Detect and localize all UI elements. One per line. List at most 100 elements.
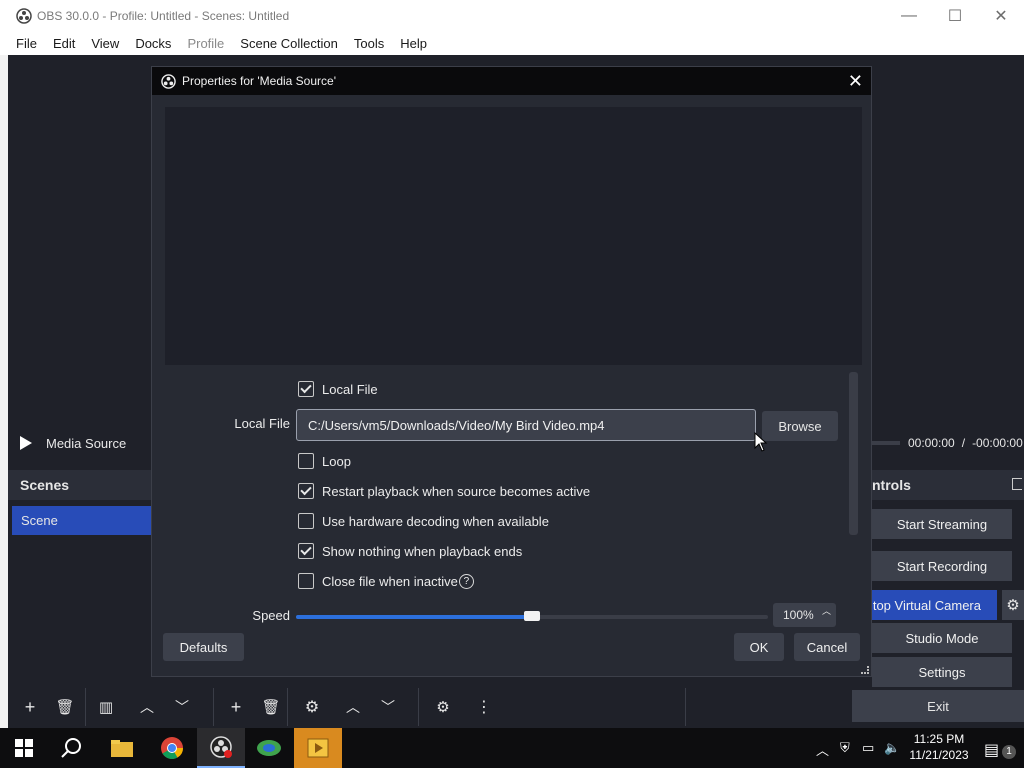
speed-slider-handle[interactable] — [524, 611, 540, 621]
notification-count-badge: 1 — [1002, 745, 1016, 759]
resize-grip-icon[interactable] — [861, 666, 869, 674]
more-options-kebab-icon[interactable]: ⋮ — [469, 692, 499, 722]
controls-dock-header: ntrols — [862, 470, 1024, 500]
minimize-button[interactable]: — — [886, 0, 932, 31]
speed-slider-fill — [296, 615, 532, 619]
add-scene-plus-icon[interactable]: + — [15, 692, 45, 722]
media-time-display: 00:00:00 / -00:00:00 — [870, 430, 1024, 456]
source-down-chevron-icon[interactable]: ﹀ — [373, 692, 403, 722]
close-file-label: Close file when inactive — [322, 573, 458, 589]
tray-date: 11/21/2023 — [909, 748, 969, 762]
hardware-decoding-label: Use hardware decoding when available — [322, 513, 549, 529]
media-player-icon[interactable] — [294, 728, 342, 768]
show-nothing-checkbox[interactable] — [298, 543, 314, 559]
menu-profile[interactable]: Profile — [179, 36, 232, 51]
cancel-button[interactable]: Cancel — [794, 633, 860, 661]
hardware-decoding-checkbox[interactable] — [298, 513, 314, 529]
menu-file[interactable]: File — [0, 36, 45, 51]
start-streaming-button[interactable]: Start Streaming — [872, 509, 1012, 539]
toolbar-divider — [418, 688, 419, 726]
ok-button[interactable]: OK — [734, 633, 784, 661]
tray-time: 11:25 PM — [913, 732, 965, 746]
audio-mixer-gears-icon[interactable]: ⚙ — [428, 692, 458, 722]
remove-scene-trash-icon[interactable]: 🗑 — [50, 692, 80, 722]
scene-list-item[interactable]: Scene — [12, 506, 152, 535]
properties-scrollbar[interactable] — [849, 372, 858, 535]
spin-up-chevron-icon[interactable]: ︿ — [822, 604, 831, 617]
start-recording-button[interactable]: Start Recording — [872, 551, 1012, 581]
local-file-checkbox-label: Local File — [322, 381, 378, 397]
play-icon[interactable] — [20, 436, 32, 450]
virtual-camera-button[interactable]: top Virtual Camera — [852, 590, 997, 620]
show-nothing-option-row[interactable]: Show nothing when playback ends — [298, 543, 522, 559]
local-file-path-input[interactable] — [296, 409, 756, 441]
scene-filters-icon[interactable]: ▥ — [91, 692, 121, 722]
dialog-title-bar: Properties for 'Media Source' ✕ — [152, 67, 871, 95]
media-seek-bar[interactable] — [870, 441, 900, 445]
tray-security-icon[interactable]: ⛨ — [840, 740, 850, 756]
restart-playback-label: Restart playback when source becomes act… — [322, 483, 591, 499]
restart-playback-option-row[interactable]: Restart playback when source becomes act… — [298, 483, 590, 499]
dock-float-icon[interactable] — [1012, 478, 1022, 490]
menu-docks[interactable]: Docks — [127, 36, 179, 51]
exit-button[interactable]: Exit — [852, 690, 1024, 722]
tray-chevron-up-icon[interactable]: ︿ — [816, 740, 829, 759]
tray-clock[interactable]: 11:25 PM 11/21/2023 — [904, 731, 974, 763]
obs-logo-icon — [16, 7, 32, 24]
source-up-chevron-icon[interactable]: ︿ — [338, 692, 368, 722]
source-properties-gear-icon[interactable]: ⚙ — [297, 692, 327, 722]
windows-start-icon[interactable] — [0, 728, 48, 768]
menu-view[interactable]: View — [83, 36, 127, 51]
search-icon[interactable] — [48, 728, 96, 768]
maximize-button[interactable]: ☐ — [932, 0, 978, 31]
help-icon[interactable]: ? — [458, 573, 474, 589]
local-file-checkbox[interactable] — [298, 381, 314, 397]
obs-taskbar-icon[interactable] — [197, 728, 245, 768]
settings-button[interactable]: Settings — [872, 657, 1012, 687]
time-remaining: -00:00:00 — [972, 436, 1023, 450]
menu-scene-collection[interactable]: Scene Collection — [232, 36, 346, 51]
move-up-chevron-icon[interactable]: ︿ — [132, 692, 162, 722]
studio-mode-button[interactable]: Studio Mode — [872, 623, 1012, 653]
close-window-button[interactable]: ✕ — [978, 0, 1024, 31]
file-explorer-icon[interactable] — [98, 728, 146, 768]
browse-button[interactable]: Browse — [762, 411, 838, 441]
local-file-checkbox-row[interactable]: Local File — [298, 381, 378, 397]
add-source-plus-icon[interactable]: + — [221, 692, 251, 722]
menu-bar: File Edit View Docks Profile Scene Colle… — [0, 31, 1024, 55]
notification-icon[interactable]: ▤ — [984, 740, 999, 760]
gear-icon[interactable]: ⚙ — [1002, 590, 1024, 620]
network-app-icon[interactable] — [245, 728, 293, 768]
loop-option-row[interactable]: Loop — [298, 453, 351, 469]
loop-label: Loop — [322, 453, 351, 469]
close-file-option-row[interactable]: Close file when inactive ? — [298, 573, 474, 589]
chrome-icon[interactable] — [148, 728, 196, 768]
menu-tools[interactable]: Tools — [346, 36, 392, 51]
menu-help[interactable]: Help — [392, 36, 435, 51]
toolbar-divider — [213, 688, 214, 726]
tray-volume-muted-icon[interactable]: 🔈 — [884, 740, 900, 756]
remove-source-trash-icon[interactable]: 🗑 — [256, 692, 286, 722]
show-nothing-label: Show nothing when playback ends — [322, 543, 523, 559]
properties-dialog: Properties for 'Media Source' ✕ Local Fi… — [151, 66, 872, 677]
window-left-edge — [0, 55, 8, 728]
media-preview-area — [165, 107, 862, 365]
dialog-title: Properties for 'Media Source' — [182, 74, 336, 88]
speed-value: 100% — [783, 608, 814, 622]
close-file-checkbox[interactable] — [298, 573, 314, 589]
defaults-button[interactable]: Defaults — [163, 633, 244, 661]
hardware-decoding-option-row[interactable]: Use hardware decoding when available — [298, 513, 549, 529]
move-down-chevron-icon[interactable]: ﹀ — [167, 692, 197, 722]
speed-spinbox[interactable]: 100% ︿ — [773, 603, 836, 627]
scenes-dock-header: Scenes — [8, 470, 153, 500]
close-icon[interactable]: ✕ — [848, 71, 863, 92]
tray-network-icon[interactable]: ▭ — [862, 740, 874, 756]
mouse-cursor-icon — [754, 432, 768, 452]
toolbar-divider — [85, 688, 86, 726]
media-source-row[interactable]: Media Source — [8, 428, 153, 458]
loop-checkbox[interactable] — [298, 453, 314, 469]
media-source-label: Media Source — [46, 435, 127, 451]
local-file-label: Local File — [234, 416, 290, 431]
restart-playback-checkbox[interactable] — [298, 483, 314, 499]
menu-edit[interactable]: Edit — [45, 36, 83, 51]
